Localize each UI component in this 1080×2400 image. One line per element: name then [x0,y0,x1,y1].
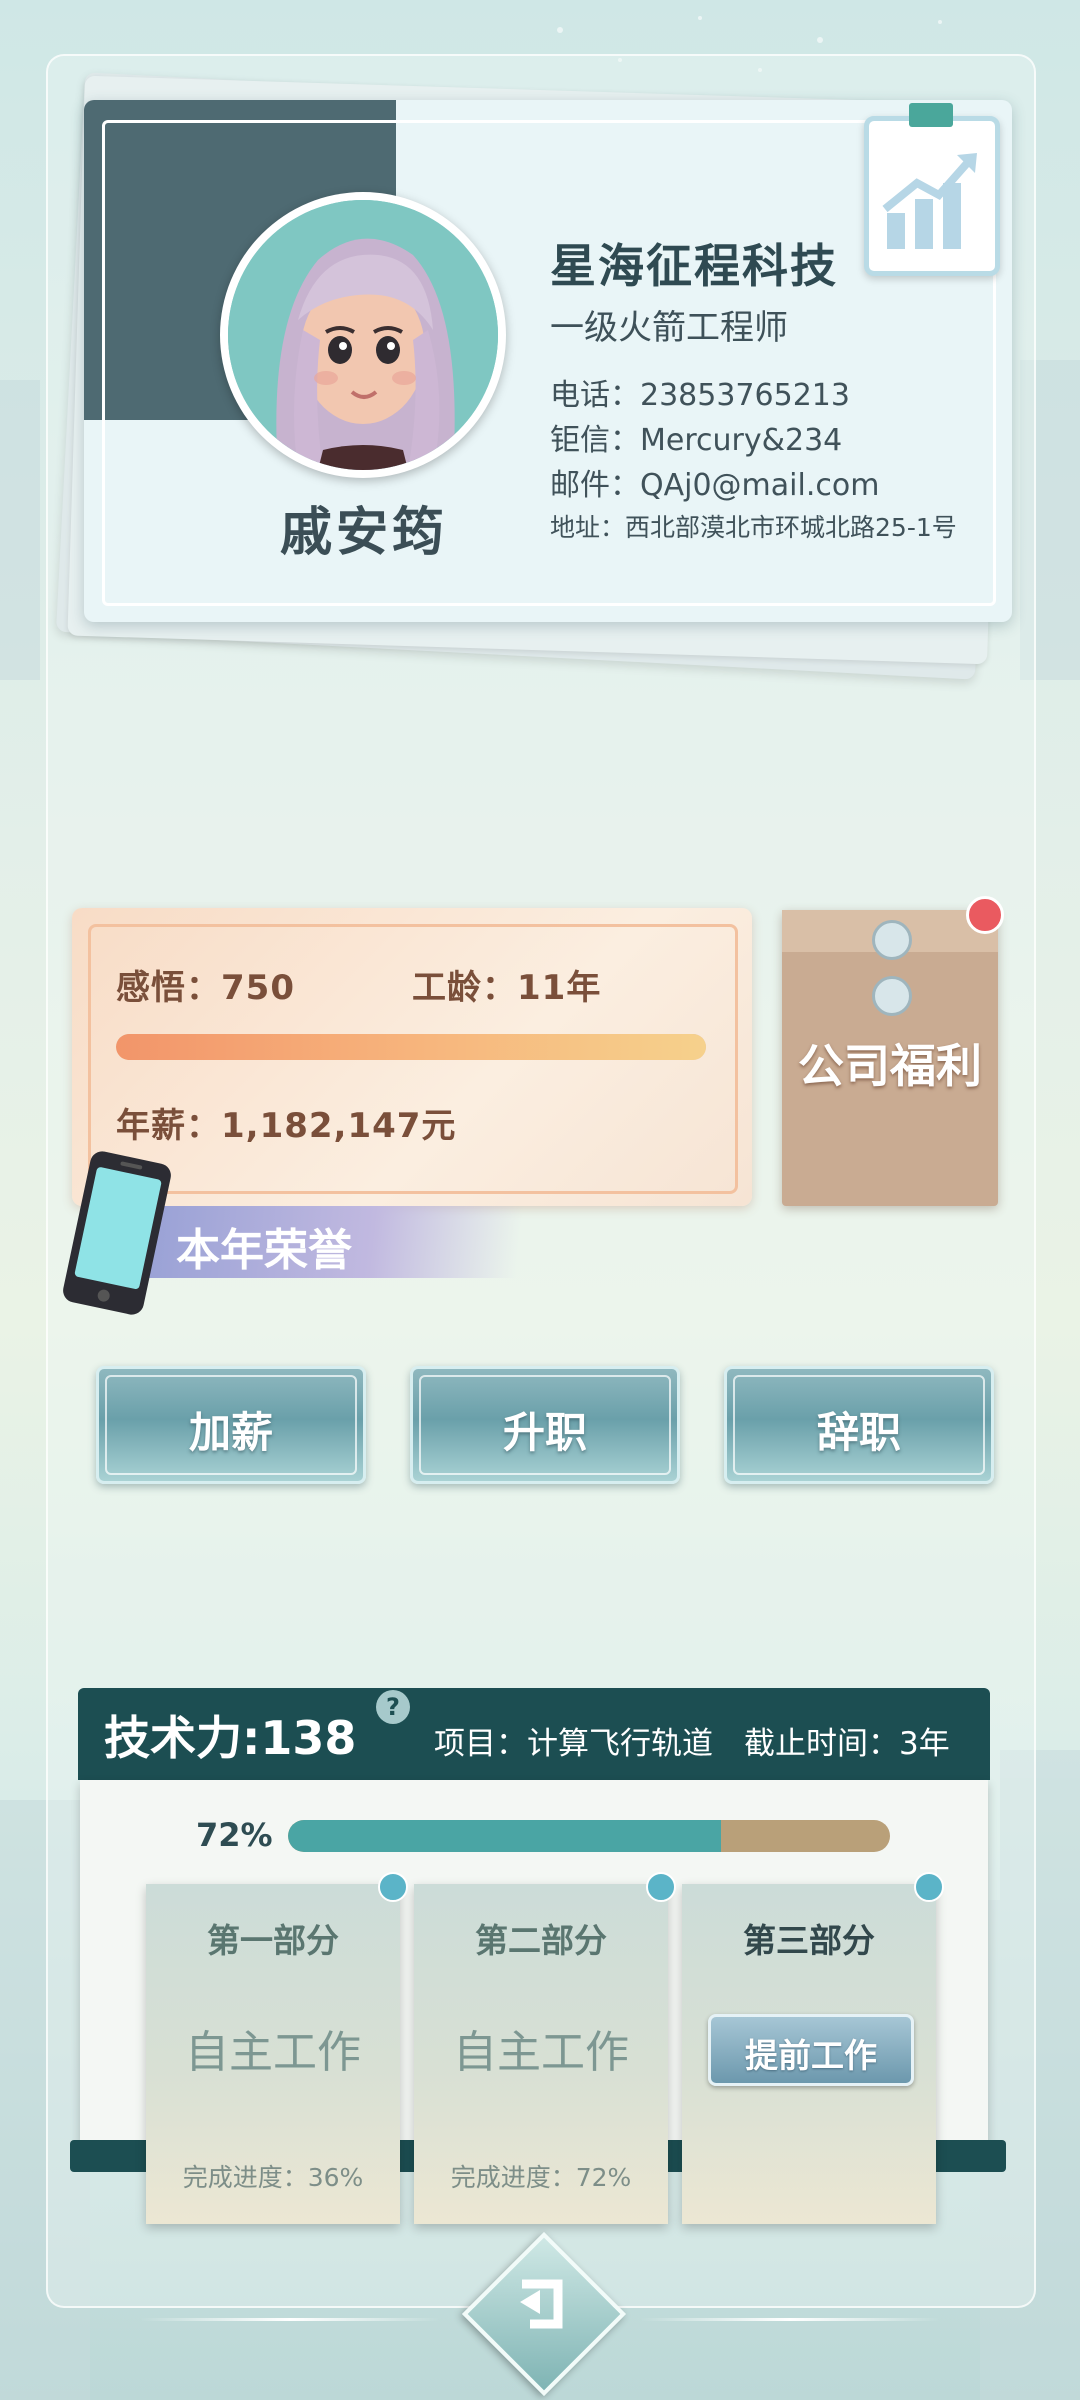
envelope-button-icon [872,920,912,960]
avatar-image [228,200,498,470]
part-title: 第一部分 [207,1921,339,1960]
insight-stat: 感悟：750 [116,968,295,1008]
salary-stat: 年薪：1,182,147元 [116,1106,457,1146]
envelope-button-icon [872,976,912,1016]
company-welfare-button[interactable]: 公司福利 [782,910,998,1206]
welfare-label: 公司福利 [798,1039,982,1093]
character-portrait [228,200,498,470]
part-progress: 完成进度：72% [450,2163,632,2192]
part-three-card: 第三部分 提前工作 [682,1872,944,2224]
seniority-stat: 工龄：11年 [412,968,602,1008]
part-title: 第三部分 [743,1921,875,1960]
clip-decoration [909,103,953,127]
avatar [220,192,506,478]
work-early-button[interactable]: 提前工作 [708,2014,914,2086]
email-text: 邮件：QAj0@mail.com [550,468,880,503]
divider-right [640,2318,940,2321]
part-status: 自主工作 [185,2027,361,2078]
pin-icon [646,1872,676,1902]
promote-button[interactable]: 升职 [410,1366,680,1484]
work-early-label: 提前工作 [745,2036,877,2075]
raise-salary-label: 加薪 [188,1408,273,1457]
stats-progress-bar [116,1034,706,1060]
raise-salary-button[interactable]: 加薪 [96,1366,366,1484]
promote-label: 升职 [502,1408,587,1457]
help-icon[interactable]: ? [376,1690,410,1724]
job-title: 一级火箭工程师 [550,308,788,348]
part-progress: 完成进度：36% [182,2163,364,2192]
pin-icon [914,1872,944,1902]
company-name: 星海征程科技 [550,239,838,293]
project-progress-fill [288,1820,722,1852]
honor-label: 本年荣誉 [176,1225,352,1276]
tech-power: 技术力:138 [104,1711,357,1765]
project-info: 项目：计算飞行轨道 截止时间：3年 [434,1726,950,1762]
part-one-card[interactable]: 第一部分 自主工作 完成进度：36% [146,1872,408,2224]
part-two-card[interactable]: 第二部分 自主工作 完成进度：72% [414,1872,676,2224]
growth-chart-icon [864,103,1000,276]
address-text: 地址：西北部漠北市环城北路25-1号 [550,513,957,542]
part-title: 第二部分 [475,1921,607,1960]
message-text: 钜信：Mercury&234 [550,423,843,458]
resign-label: 辞职 [816,1408,901,1457]
stats-progress-fill [116,1034,706,1060]
back-arrow-icon[interactable] [500,2262,584,2346]
resign-button[interactable]: 辞职 [724,1366,994,1484]
project-progress-bar [288,1820,890,1852]
divider-left [140,2318,440,2321]
pin-icon [378,1872,408,1902]
phone-text: 电话：23853765213 [550,378,850,413]
notification-dot [966,896,1004,934]
employee-name: 戚安筠 [279,503,448,563]
part-status: 自主工作 [453,2027,629,2078]
project-progress-text: 72% [196,1816,273,1854]
